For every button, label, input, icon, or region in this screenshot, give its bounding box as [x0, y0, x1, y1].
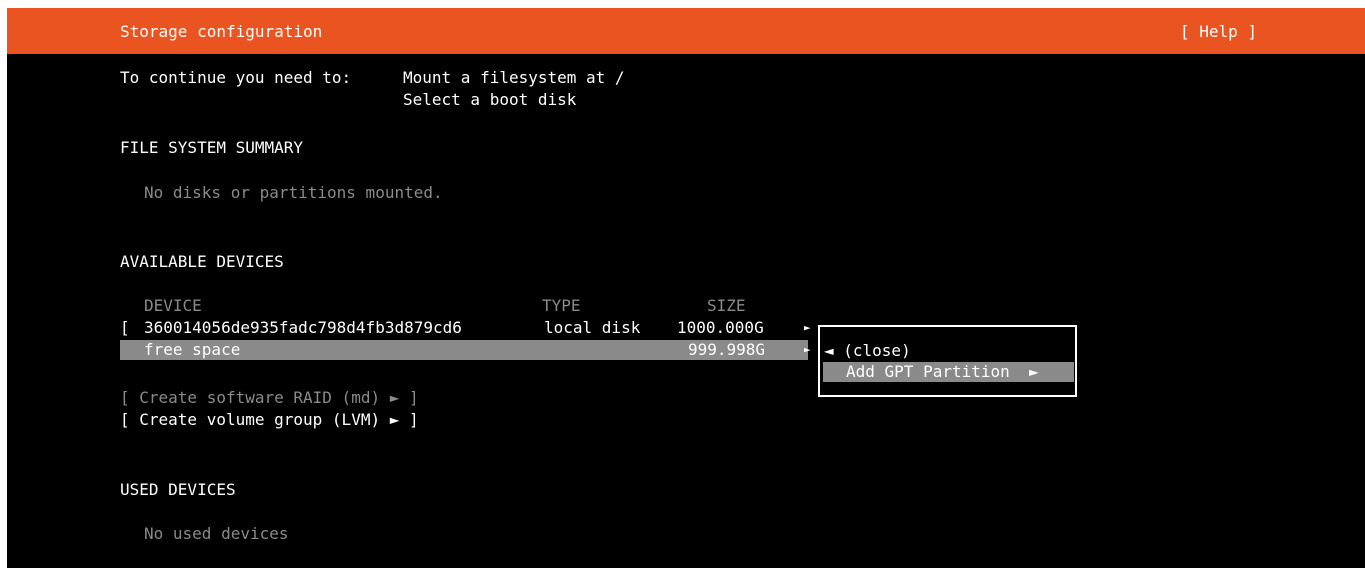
create-volume-group-button[interactable]: [ Create volume group (LVM) ► ]: [120, 410, 419, 430]
disk-name: 360014056de935fadc798d4fb3d879cd6: [144, 318, 462, 337]
menu-add-gpt-partition-label: Add GPT Partition ►: [846, 362, 1039, 381]
free-space-label: free space: [144, 340, 241, 359]
installer-screen: Storage configuration [ Help ] To contin…: [7, 8, 1365, 568]
used-devices-empty: No used devices: [144, 524, 289, 543]
requirement-item: Mount a filesystem at /: [403, 68, 625, 87]
disk-size: 1000.000G: [677, 318, 764, 337]
requirements-prefix: To continue you need to:: [120, 68, 352, 87]
free-space-size: 999.998G: [688, 340, 766, 359]
help-button[interactable]: [ Help ]: [1180, 22, 1257, 41]
partition-context-menu: [818, 325, 1077, 397]
column-header-size: SIZE: [707, 296, 746, 315]
column-header-type: TYPE: [542, 296, 581, 315]
free-space-menu-arrow-icon[interactable]: ►: [804, 340, 811, 360]
create-software-raid-button[interactable]: [ Create software RAID (md) ► ]: [120, 388, 419, 408]
disk-menu-arrow-icon[interactable]: ►: [804, 318, 811, 338]
available-devices-heading: AVAILABLE DEVICES: [120, 252, 284, 271]
disk-row-bracket: [: [120, 318, 130, 337]
column-header-device: DEVICE: [144, 296, 202, 315]
file-system-summary-heading: FILE SYSTEM SUMMARY: [120, 138, 304, 157]
disk-type: local disk: [544, 318, 641, 337]
menu-close-item[interactable]: ◄ (close): [824, 341, 911, 361]
page-title: Storage configuration: [120, 22, 323, 41]
file-system-summary-empty: No disks or partitions mounted.: [144, 183, 443, 202]
used-devices-heading: USED DEVICES: [120, 480, 236, 499]
title-bar: Storage configuration [ Help ]: [7, 8, 1365, 54]
requirement-item: Select a boot disk: [403, 90, 577, 109]
